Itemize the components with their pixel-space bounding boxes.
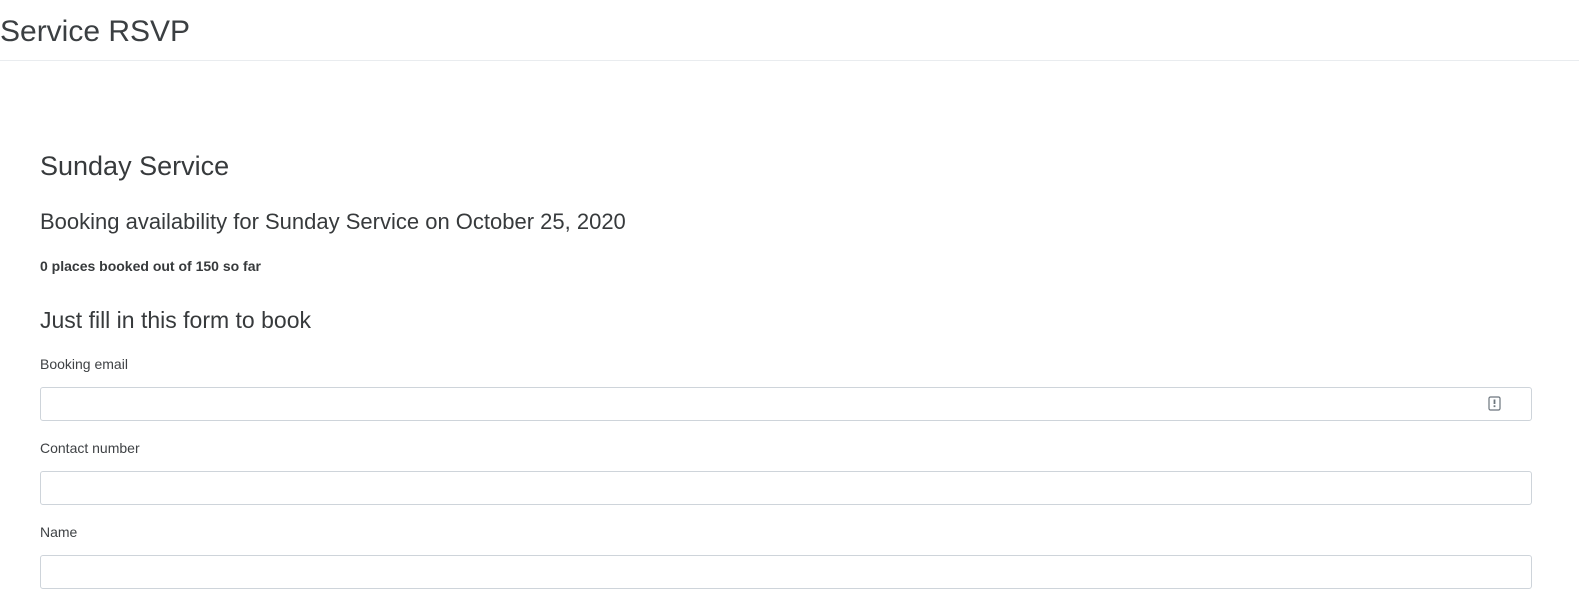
navbar: Service RSVP: [0, 0, 1579, 61]
name-label: Name: [40, 524, 78, 540]
name-input[interactable]: [40, 555, 1532, 589]
booking-email-input[interactable]: [40, 387, 1532, 421]
booking-email-label: Booking email: [40, 356, 128, 372]
autofill-contact-icon[interactable]: [1488, 396, 1501, 411]
contact-number-input[interactable]: [40, 471, 1532, 505]
contact-number-label: Contact number: [40, 440, 140, 456]
booked-status: 0 places booked out of 150 so far: [40, 258, 261, 274]
brand-link[interactable]: Service RSVP: [0, 13, 190, 51]
event-title: Sunday Service: [40, 151, 230, 181]
form-heading: Just fill in this form to book: [40, 307, 311, 333]
availability-heading: Booking availability for Sunday Service …: [40, 209, 626, 234]
